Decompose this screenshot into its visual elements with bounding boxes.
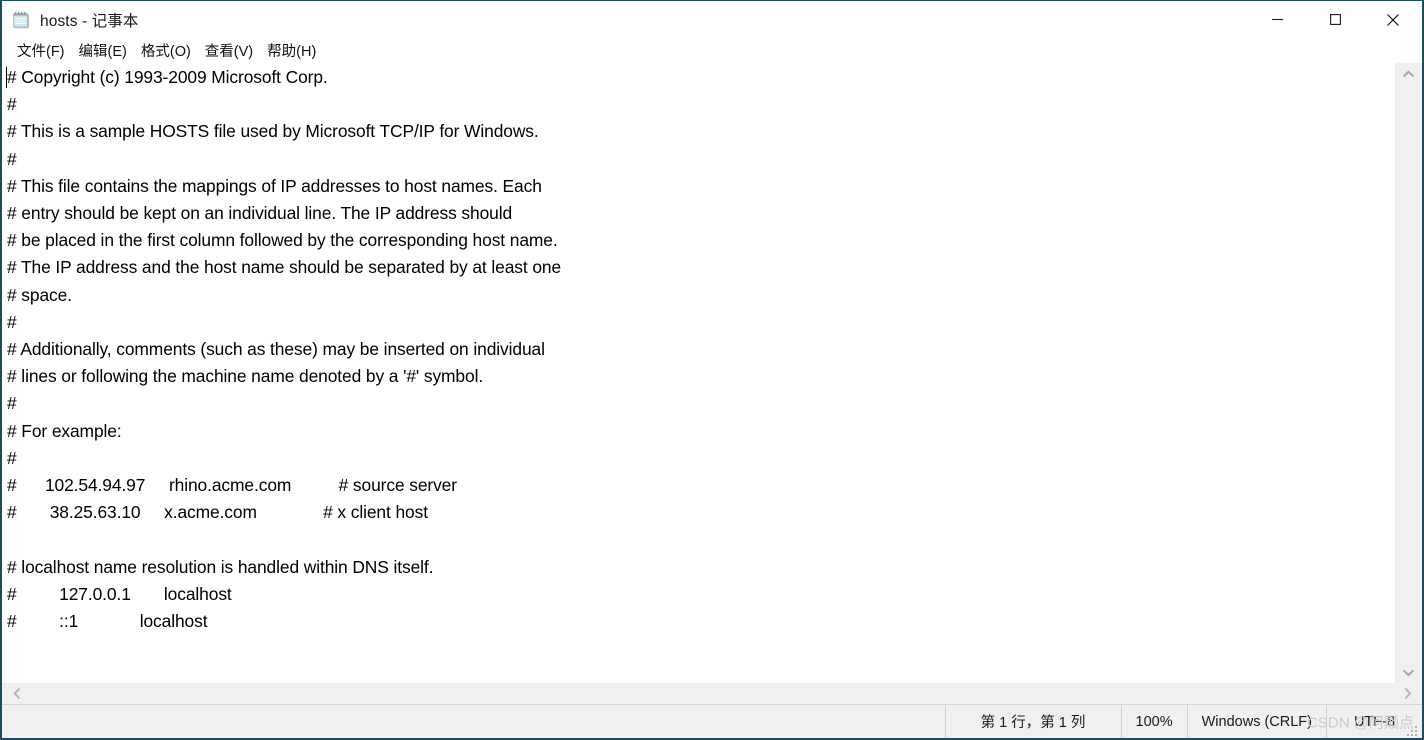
scroll-right-button[interactable] xyxy=(1392,683,1422,705)
menu-item-edit[interactable]: 编辑(E) xyxy=(72,38,134,64)
scroll-down-button[interactable] xyxy=(1395,661,1422,683)
editor-area: # Copyright (c) 1993-2009 Microsoft Corp… xyxy=(2,63,1422,683)
chevron-right-icon xyxy=(1404,687,1411,700)
window-title: hosts - 记事本 xyxy=(40,12,139,30)
scroll-up-button[interactable] xyxy=(1395,63,1422,85)
maximize-button[interactable] xyxy=(1306,1,1364,38)
menu-item-view[interactable]: 查看(V) xyxy=(198,38,260,64)
title-bar-left: hosts - 记事本 xyxy=(2,9,138,31)
close-button[interactable] xyxy=(1364,1,1422,38)
vertical-scroll-track[interactable] xyxy=(1395,85,1422,661)
menu-bar: 文件(F) 编辑(E) 格式(O) 查看(V) 帮助(H) xyxy=(2,38,1422,63)
menu-item-file[interactable]: 文件(F) xyxy=(10,38,72,64)
text-editor[interactable]: # Copyright (c) 1993-2009 Microsoft Corp… xyxy=(2,63,1395,683)
notepad-icon xyxy=(12,10,31,29)
chevron-left-icon xyxy=(12,687,20,700)
menu-item-help[interactable]: 帮助(H) xyxy=(260,38,323,64)
maximize-icon xyxy=(1329,14,1341,25)
chevron-down-icon xyxy=(1402,669,1415,676)
minimize-icon xyxy=(1271,18,1283,21)
horizontal-scroll-track[interactable] xyxy=(32,683,1392,705)
horizontal-scrollbar[interactable] xyxy=(2,683,1422,705)
vertical-scrollbar[interactable] xyxy=(1395,63,1422,683)
menu-item-format[interactable]: 格式(O) xyxy=(134,38,198,64)
resize-grip[interactable] xyxy=(1407,724,1419,736)
close-icon xyxy=(1387,13,1399,26)
minimize-button[interactable] xyxy=(1248,1,1306,38)
window-controls xyxy=(1248,1,1422,38)
editor-text: # Copyright (c) 1993-2009 Microsoft Corp… xyxy=(7,67,562,632)
status-bar: 第 1 行，第 1 列 100% Windows (CRLF) UTF-8 CS… xyxy=(2,705,1422,738)
chevron-up-icon xyxy=(1402,69,1415,77)
notepad-window: hosts - 记事本 文件(F) 编辑(E) 格式(O) 查看(V) 帮助(H… xyxy=(0,0,1424,740)
status-line-ending[interactable]: Windows (CRLF) xyxy=(1186,705,1326,738)
scroll-left-button[interactable] xyxy=(2,683,32,705)
title-bar[interactable]: hosts - 记事本 xyxy=(2,1,1422,38)
status-zoom[interactable]: 100% xyxy=(1120,705,1187,738)
status-line-column: 第 1 行，第 1 列 xyxy=(944,705,1121,738)
